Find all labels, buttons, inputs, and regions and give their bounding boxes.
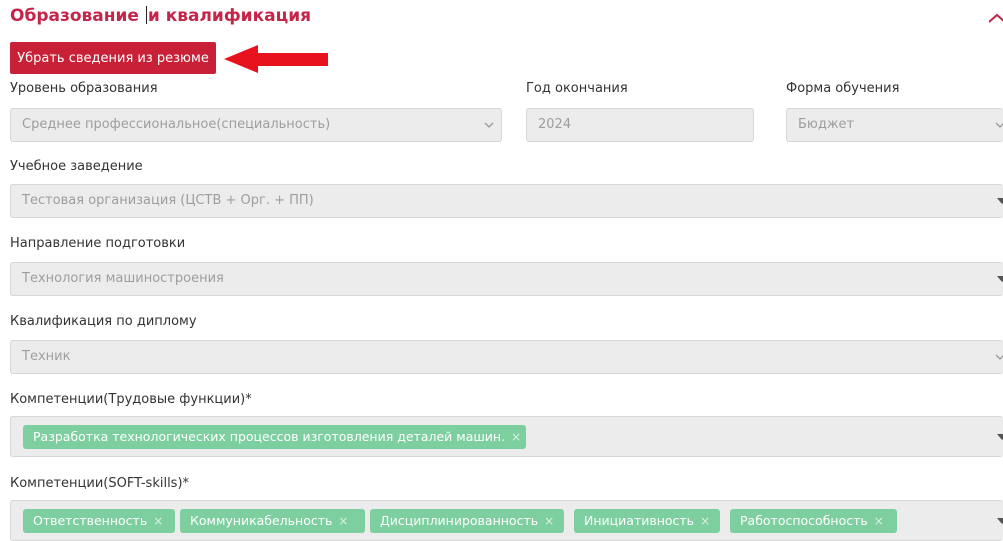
labor-functions-label: Компетенции(Трудовые функции)*	[10, 392, 252, 407]
soft-skill-tag: Дисциплинированность ×	[370, 509, 564, 533]
soft-skills-label: Компетенции(SOFT-skills)*	[10, 476, 190, 491]
remove-from-resume-button[interactable]: Убрать сведения из резюме	[10, 42, 216, 74]
section-title: Образование и квалификация	[10, 6, 311, 26]
education-level-label: Уровень образования	[10, 81, 158, 96]
tag-remove-icon[interactable]: ×	[511, 430, 521, 444]
qualification-value: Техник	[22, 349, 71, 364]
direction-label: Направление подготовки	[10, 236, 186, 251]
dropdown-arrow-icon	[991, 417, 1003, 456]
dropdown-arrow-icon	[991, 185, 1003, 217]
institution-label: Учебное заведение	[10, 159, 143, 174]
education-level-value: Среднее профессиональное(специальность)	[22, 117, 331, 132]
soft-skill-tag: Коммуникабельность ×	[180, 509, 365, 533]
study-form-label: Форма обучения	[786, 81, 900, 96]
tag-remove-icon[interactable]: ×	[338, 514, 348, 528]
graduation-year-input[interactable]: 2024	[526, 108, 754, 142]
tag-label: Инициативность	[584, 513, 695, 528]
education-level-select[interactable]: Среднее профессиональное(специальность)	[10, 108, 502, 142]
labor-function-tag: Разработка технологических процессов изг…	[23, 425, 526, 449]
soft-skills-multiselect[interactable]: Ответственность × Коммуникабельность × Дис…	[10, 500, 1003, 541]
tag-remove-icon[interactable]: ×	[700, 514, 710, 528]
graduation-year-value: 2024	[538, 117, 572, 132]
tag-remove-icon[interactable]: ×	[153, 514, 163, 528]
study-form-select[interactable]: Бюджет	[786, 108, 1003, 142]
soft-skill-tag: Инициативность ×	[574, 509, 720, 533]
red-arrow-left-icon	[224, 44, 332, 79]
dropdown-arrow-icon	[991, 501, 1003, 540]
tag-label: Ответственность	[33, 513, 148, 528]
tag-remove-icon[interactable]: ×	[874, 514, 884, 528]
labor-functions-multiselect[interactable]: Разработка технологических процессов изг…	[10, 416, 1003, 457]
graduation-year-label: Год окончания	[526, 81, 628, 96]
section-title-part1: Образование	[10, 6, 139, 26]
section-title-part2: и квалификация	[147, 6, 312, 26]
tag-label: Разработка технологических процессов изг…	[33, 429, 506, 444]
tag-remove-icon[interactable]: ×	[544, 514, 554, 528]
tag-label: Дисциплинированность	[380, 513, 539, 528]
chevron-down-icon	[994, 109, 1003, 141]
soft-skill-tag: Ответственность ×	[23, 509, 175, 533]
direction-select[interactable]: Технология машиностроения	[10, 262, 1003, 296]
dropdown-arrow-icon	[991, 263, 1003, 295]
chevron-down-icon	[994, 341, 1003, 373]
institution-value: Тестовая организация (ЦСТВ + Орг. + ПП)	[22, 193, 314, 208]
soft-skill-tag: Работоспособность ×	[730, 509, 897, 533]
institution-select[interactable]: Тестовая организация (ЦСТВ + Орг. + ПП)	[10, 184, 1003, 218]
text-cursor	[145, 6, 147, 24]
qualification-select[interactable]: Техник	[10, 340, 1003, 374]
tag-label: Работоспособность	[740, 513, 868, 528]
study-form-value: Бюджет	[798, 117, 855, 132]
chevron-down-icon	[483, 109, 495, 141]
direction-value: Технология машиностроения	[22, 271, 224, 286]
qualification-label: Квалификация по диплому	[10, 314, 197, 329]
chevron-up-icon[interactable]	[989, 12, 1003, 26]
tag-label: Коммуникабельность	[190, 513, 333, 528]
